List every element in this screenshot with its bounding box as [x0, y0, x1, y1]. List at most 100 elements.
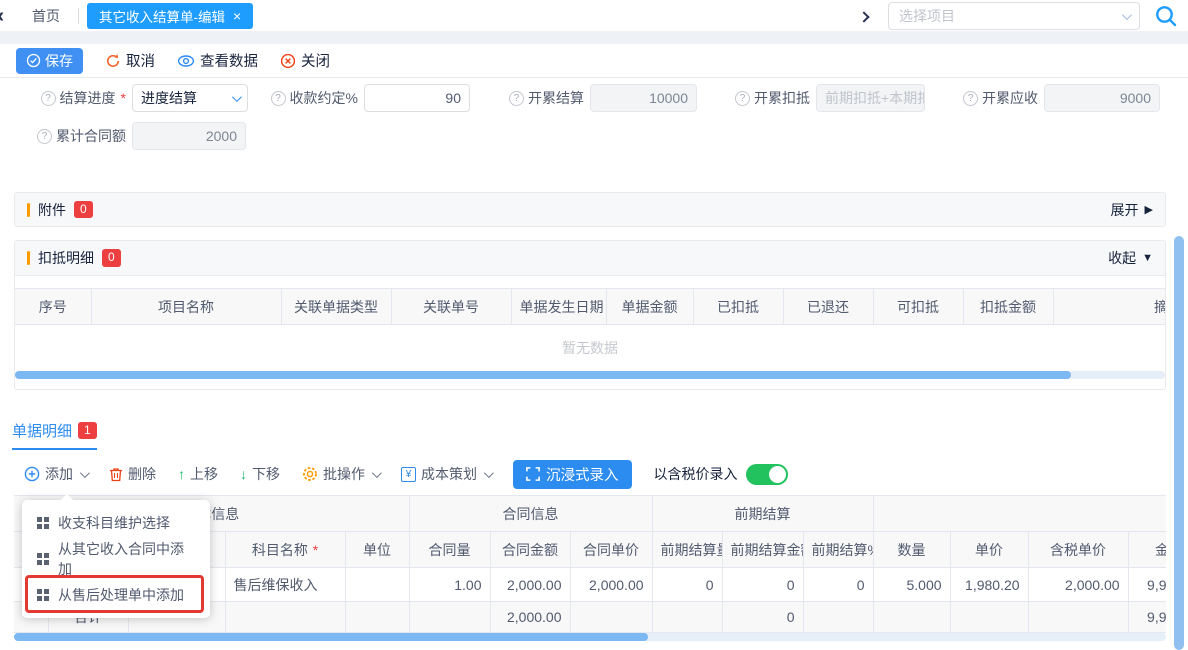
cum-contract-label: 累计合同额 — [56, 126, 126, 146]
deduction-collapse-button[interactable]: 收起 ▼ — [1108, 248, 1153, 268]
menu-item-from-aftersale-order[interactable]: 从售后处理单中添加 — [22, 577, 210, 613]
field-cum-settle: ? 开累结算 10000 — [496, 84, 697, 112]
help-icon: ? — [735, 91, 750, 106]
cell-contract-price[interactable]: 2,000.00 — [570, 568, 652, 602]
cost-plan-button[interactable]: ¥ 成本策划 — [401, 464, 491, 484]
field-payment-pct: ? 收款约定% 90 — [258, 84, 470, 112]
menu-item-subject-maintain[interactable]: 收支科目维护选择 — [22, 505, 210, 541]
chevron-down-icon — [80, 468, 90, 478]
cell-qty[interactable]: 5.000 — [873, 568, 950, 602]
close-label: 关闭 — [301, 50, 330, 71]
col-deducted: 已扣抵 — [693, 289, 783, 325]
required-mark: * — [313, 542, 318, 558]
move-up-button[interactable]: ↑ 上移 — [178, 464, 218, 484]
tab-active-document[interactable]: 其它收入结算单-编辑 × — [87, 3, 253, 29]
col-contract-amount: 合同金额 — [490, 532, 570, 568]
deduction-title: 扣抵明细 — [38, 248, 94, 268]
move-down-button[interactable]: ↓ 下移 — [240, 464, 280, 484]
help-icon: ? — [41, 91, 56, 106]
expand-triangle-icon: ▶ — [1145, 203, 1153, 216]
deduction-header: 扣抵明细 0 收起 ▼ — [15, 241, 1165, 276]
tab-home[interactable]: 首页 — [22, 2, 70, 30]
cell-prev-qty[interactable]: 0 — [652, 568, 722, 602]
eye-icon — [177, 53, 195, 69]
col-prev-amount: 前期结算金额 — [722, 532, 803, 568]
view-data-button[interactable]: 查看数据 — [177, 50, 258, 71]
help-icon: ? — [509, 91, 524, 106]
field-cum-receivable: ? 开累应收 9000 — [954, 84, 1160, 112]
move-down-label: 下移 — [252, 464, 280, 484]
cum-settle-value: 10000 — [649, 90, 688, 106]
menu-item-label: 从售后处理单中添加 — [58, 585, 184, 605]
detail-tab-label: 单据明细 — [12, 420, 72, 441]
cum-receivable-label: 开累应收 — [982, 88, 1038, 108]
cum-receivable-input: 9000 — [1044, 84, 1160, 112]
cell-tax-price[interactable]: 2,000.00 — [1028, 568, 1128, 602]
payment-pct-label: 收款约定% — [290, 88, 358, 108]
cum-deduct-label: 开累扣抵 — [754, 88, 810, 108]
cell-price[interactable]: 1,980.20 — [950, 568, 1028, 602]
delete-button[interactable]: 删除 — [109, 464, 156, 484]
cancel-button[interactable]: 取消 — [105, 50, 155, 71]
search-icon[interactable] — [1154, 4, 1178, 28]
project-select[interactable]: 选择项目 — [888, 2, 1140, 30]
col-amount: 金额 — [1128, 532, 1166, 568]
field-settle-progress: ? 结算进度 * 进度结算 — [22, 84, 248, 112]
help-icon: ? — [963, 91, 978, 106]
col-remark: 摘要 — [1053, 289, 1165, 325]
cell-unit[interactable] — [345, 568, 409, 602]
cell-amount[interactable]: 9,901.00 — [1128, 568, 1166, 602]
view-data-label: 查看数据 — [200, 50, 258, 71]
attachments-title: 附件 — [38, 200, 66, 220]
vertical-scrollbar-thumb[interactable] — [1174, 236, 1184, 650]
batch-ops-button[interactable]: 批操作 — [302, 464, 379, 484]
detail-hscrollbar — [14, 633, 1166, 641]
tab-close-icon[interactable]: × — [233, 9, 241, 23]
close-circle-icon — [280, 53, 296, 69]
chevron-down-icon — [1122, 10, 1132, 20]
separator-band — [0, 32, 1188, 44]
help-icon: ? — [271, 91, 286, 106]
col-prev-qty: 前期结算量 — [652, 532, 722, 568]
cost-plan-label: 成本策划 — [421, 464, 477, 484]
immersive-entry-button[interactable]: 沉浸式录入 — [513, 460, 632, 489]
move-up-label: 上移 — [190, 464, 218, 484]
payment-pct-input[interactable]: 90 — [364, 84, 470, 112]
col-project-name: 项目名称 — [91, 289, 281, 325]
hscroll-thumb[interactable] — [15, 371, 1071, 379]
attachments-header: 附件 0 展开 ▶ — [14, 192, 1166, 227]
tab-overflow-arrow-icon[interactable] — [860, 8, 874, 25]
arrow-up-icon: ↑ — [178, 466, 185, 482]
cell-subject[interactable]: 售后维保收入 — [225, 568, 345, 602]
settle-progress-select[interactable]: 进度结算 — [132, 84, 248, 112]
add-button[interactable]: 添加 — [24, 464, 87, 484]
save-button[interactable]: 保存 — [16, 48, 83, 74]
collapse-label: 收起 — [1108, 248, 1136, 268]
delete-label: 删除 — [128, 464, 156, 484]
close-button[interactable]: 关闭 — [280, 50, 330, 71]
menu-item-label: 收支科目维护选择 — [58, 513, 170, 533]
menu-item-from-other-income-contract[interactable]: 从其它收入合同中添加 — [22, 541, 210, 577]
attachments-expand-button[interactable]: 展开 ▶ — [1111, 200, 1153, 220]
cell-prev-amount[interactable]: 0 — [722, 568, 803, 602]
deduction-table-wrap: 序号 项目名称 关联单据类型 关联单号 单据发生日期 单据金额 已扣抵 已退还 … — [15, 288, 1165, 379]
hscroll-thumb[interactable] — [14, 633, 648, 641]
cell-contract-amount[interactable]: 2,000.00 — [490, 568, 570, 602]
col-deductible: 可扣抵 — [873, 289, 963, 325]
settle-progress-label: 结算进度 — [60, 88, 116, 108]
group-contract-info: 合同信息 — [409, 496, 652, 532]
cell-prev-pct[interactable]: 0 — [803, 568, 873, 602]
group-previous-settle: 前期结算 — [652, 496, 873, 532]
action-toolbar: 保存 取消 查看数据 关闭 — [0, 44, 1188, 78]
tax-toggle-label: 以含税价录入 — [654, 464, 738, 484]
help-icon: ? — [37, 129, 52, 144]
group-current — [873, 496, 1166, 532]
col-doc-date: 单据发生日期 — [511, 289, 606, 325]
tax-included-toggle[interactable] — [746, 464, 788, 485]
cell-contract-qty[interactable]: 1.00 — [409, 568, 490, 602]
section-marker — [27, 203, 30, 217]
cum-settle-input: 10000 — [590, 84, 697, 112]
tab-detail[interactable]: 单据明细 1 — [12, 420, 97, 450]
col-doc-amount: 单据金额 — [606, 289, 693, 325]
trash-icon — [109, 467, 123, 482]
